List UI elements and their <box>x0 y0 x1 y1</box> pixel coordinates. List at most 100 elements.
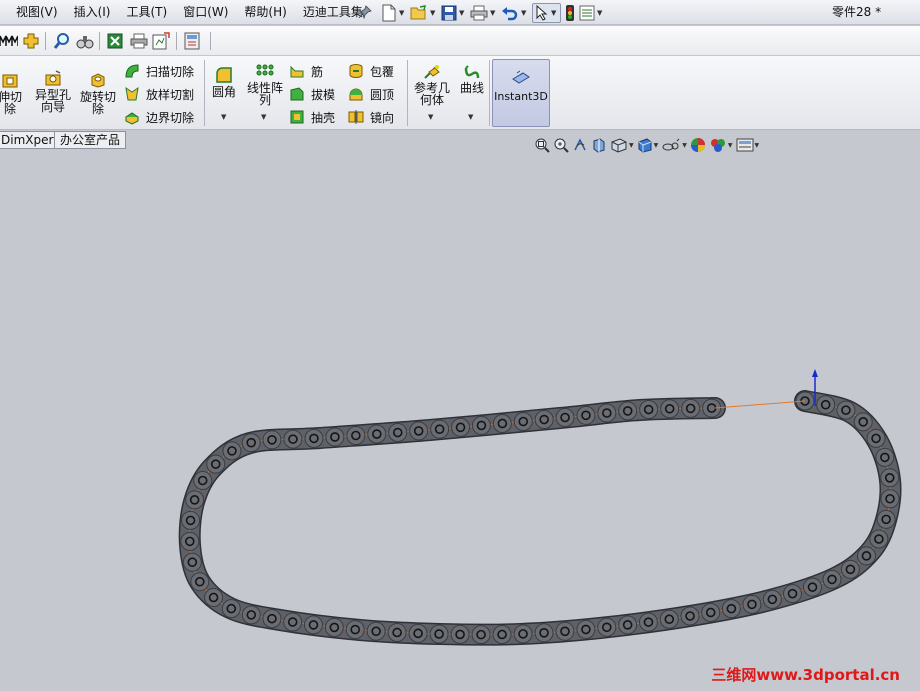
rebuild-button[interactable] <box>565 3 575 23</box>
loft-cut-button[interactable]: 放样切割 <box>124 85 194 103</box>
linear-pattern-icon <box>256 64 274 76</box>
chain-link <box>659 609 679 629</box>
chain-link <box>241 433 261 453</box>
hole-wizard-button[interactable]: 异型孔向导 <box>33 69 73 113</box>
instant3d-button[interactable]: Instant3D <box>492 59 550 127</box>
chevron-down-icon[interactable]: ▼ <box>428 113 433 121</box>
chain-link <box>429 624 449 644</box>
chevron-down-icon[interactable]: ▼ <box>468 113 473 121</box>
edit-sheet-button[interactable] <box>152 31 170 51</box>
draft-button[interactable]: 拔模 <box>289 85 335 103</box>
graphics-area[interactable] <box>0 150 920 691</box>
chain-link <box>262 609 282 629</box>
chain-link <box>471 625 491 645</box>
mirror-button[interactable]: 镜向 <box>348 108 394 126</box>
chevron-down-icon[interactable]: ▼ <box>755 142 760 149</box>
curves-button[interactable]: 曲线 <box>458 64 486 94</box>
new-document-button[interactable]: ▼ <box>381 3 406 23</box>
open-button[interactable]: ▼ <box>410 3 437 23</box>
chevron-down-icon[interactable]: ▼ <box>430 9 437 17</box>
chain-model[interactable] <box>0 150 920 691</box>
binoculars-button[interactable] <box>76 31 94 51</box>
shell-button[interactable]: 抽壳 <box>289 108 335 126</box>
chevron-down-icon[interactable]: ▼ <box>261 113 266 121</box>
dome-icon <box>349 88 363 101</box>
menu-tools[interactable]: 工具(T) <box>118 0 175 25</box>
edit-sheet-icon <box>152 32 170 50</box>
chain-link <box>576 619 596 639</box>
save-button[interactable]: ▼ <box>441 3 466 23</box>
hole-wizard-icon <box>45 70 61 86</box>
options-icon <box>579 5 595 20</box>
options-button[interactable]: ▼ <box>579 3 604 23</box>
document-title: 零件28 * <box>832 5 882 19</box>
watermark: 三维网www.3dportal.cn <box>711 666 900 684</box>
ribbon-separator <box>489 60 490 126</box>
revolve-cut-button[interactable]: 旋转切除 <box>80 71 116 115</box>
add-part-button[interactable] <box>22 31 40 51</box>
calculator-button[interactable] <box>184 31 200 51</box>
chain-link <box>618 401 638 421</box>
chain-link <box>513 624 533 644</box>
menu-insert[interactable]: 插入(I) <box>66 0 119 25</box>
pin-icon[interactable] <box>358 5 372 19</box>
chain-link <box>430 419 450 439</box>
binoculars-icon <box>76 36 94 49</box>
chain-link <box>366 621 386 641</box>
chevron-down-icon[interactable]: ▼ <box>399 9 406 17</box>
excel-button[interactable] <box>107 31 123 51</box>
extrude-cut-label: 伸切除 <box>0 90 22 116</box>
undo-icon <box>502 6 518 20</box>
chevron-down-icon[interactable]: ▼ <box>521 9 528 17</box>
chain-link <box>742 594 762 614</box>
menu-items: 视图(V) 插入(I) 工具(T) 窗口(W) 帮助(H) 迈迪工具集 <box>8 0 371 25</box>
instant3d-label: Instant3D <box>494 90 548 103</box>
chain-link <box>534 623 554 643</box>
chevron-down-icon[interactable]: ▼ <box>459 9 466 17</box>
fillet-button[interactable]: 圆角 <box>210 66 238 98</box>
wrap-button[interactable]: 包覆 <box>348 62 394 80</box>
chevron-down-icon[interactable]: ▼ <box>728 142 733 149</box>
extrude-cut-button[interactable]: 伸切除 <box>0 71 26 115</box>
draft-label: 拔模 <box>311 87 336 102</box>
chevron-down-icon[interactable]: ▼ <box>597 9 604 17</box>
chain-link <box>701 602 721 622</box>
chain-link <box>762 589 782 609</box>
chain-link <box>513 412 533 432</box>
boundary-cut-button[interactable]: 边界切除 <box>124 108 194 126</box>
select-button[interactable]: ▼ <box>532 2 561 23</box>
chain-link <box>492 624 512 644</box>
chevron-down-icon[interactable]: ▼ <box>654 142 659 149</box>
chain-link <box>802 577 822 597</box>
tab-office-products[interactable]: 办公室产品 <box>54 131 127 149</box>
printer-button[interactable] <box>130 31 148 51</box>
sweep-cut-button[interactable]: 扫描切除 <box>124 62 194 80</box>
chevron-down-icon[interactable]: ▼ <box>221 113 226 121</box>
chevron-down-icon[interactable]: ▼ <box>629 142 634 149</box>
rib-button[interactable]: 筋 <box>289 62 323 80</box>
chevron-down-icon[interactable]: ▼ <box>682 142 687 149</box>
reference-geometry-button[interactable]: 参考几何体 <box>412 64 452 106</box>
shell-label: 抽壳 <box>311 110 336 125</box>
chain-link <box>875 447 895 467</box>
menu-view[interactable]: 视图(V) <box>8 0 66 25</box>
print-button[interactable]: ▼ <box>470 3 497 23</box>
select-cursor-icon <box>536 4 548 21</box>
revolve-cut-label: 旋转切除 <box>80 90 117 116</box>
chevron-down-icon[interactable]: ▼ <box>490 9 497 17</box>
chain-link <box>304 428 324 448</box>
chain-link <box>471 415 491 435</box>
mmm-button[interactable] <box>0 31 18 51</box>
chevron-down-icon[interactable]: ▼ <box>551 9 558 17</box>
chain-link <box>182 552 202 572</box>
menu-help[interactable]: 帮助(H) <box>236 0 294 25</box>
wrap-icon <box>349 64 363 78</box>
dome-button[interactable]: 圆顶 <box>348 85 394 103</box>
undo-button[interactable]: ▼ <box>501 3 528 23</box>
linear-pattern-button[interactable]: 线性阵列 <box>244 64 286 106</box>
menu-window[interactable]: 窗口(W) <box>175 0 236 25</box>
chain-link <box>409 421 429 441</box>
chain-link <box>283 429 303 449</box>
search-button[interactable] <box>53 31 71 51</box>
toolbar-separator <box>99 32 100 50</box>
